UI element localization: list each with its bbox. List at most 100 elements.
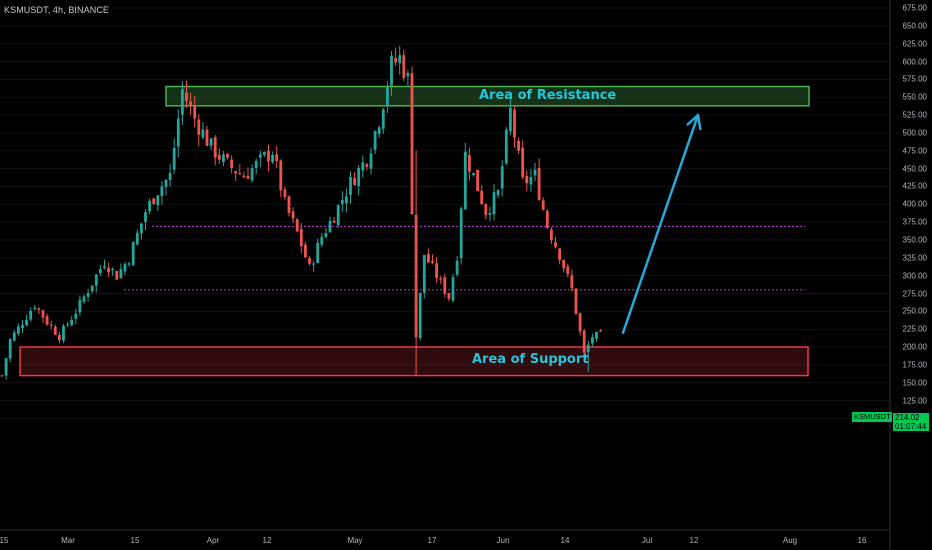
candle-body <box>217 154 221 160</box>
x-tick-label: 12 <box>689 536 699 545</box>
candle-body <box>17 326 20 334</box>
candle-body <box>492 192 496 215</box>
candle-body <box>4 358 8 376</box>
candle-body <box>29 310 33 320</box>
candle-body <box>410 73 414 215</box>
candle-body <box>468 155 471 172</box>
candle-body <box>8 339 12 359</box>
candle-body <box>459 208 463 259</box>
candle-body <box>119 269 123 279</box>
candle-body <box>287 196 291 213</box>
candle-body <box>537 168 541 200</box>
candle-body <box>562 259 566 269</box>
y-tick-label: 450.00 <box>902 164 927 174</box>
x-tick-label: Jul <box>641 536 653 545</box>
candle-body <box>529 177 533 185</box>
candle-body <box>279 160 283 191</box>
x-tick-label: Apr <box>206 536 220 545</box>
candle-body <box>267 150 270 162</box>
candle-body <box>123 263 127 272</box>
candle-body <box>328 220 332 233</box>
candle-body <box>316 242 320 264</box>
candle-body <box>164 180 168 187</box>
candle-body <box>49 324 53 326</box>
candle-body <box>176 118 180 147</box>
candle-body <box>386 87 389 107</box>
y-tick-label: 300.00 <box>902 271 927 281</box>
x-tick-label: May <box>347 536 363 545</box>
symbol-price-badge: KSMUSDT <box>852 412 892 422</box>
resistance-label: Area of Resistance <box>479 88 617 104</box>
trend-arrow[interactable] <box>621 113 702 335</box>
candle-body <box>201 129 205 138</box>
candle-body <box>349 176 352 195</box>
candle-body <box>431 260 434 263</box>
candle-body <box>586 344 590 352</box>
candle-body <box>517 140 520 151</box>
candle-body <box>246 175 250 179</box>
x-tick-label: 14 <box>560 536 570 545</box>
candle-body <box>115 271 119 280</box>
candle-body <box>504 129 508 164</box>
candle-body <box>365 164 369 167</box>
candle-body <box>283 189 287 197</box>
y-tick-label: 200.00 <box>902 342 927 352</box>
candle-body <box>320 236 324 245</box>
support-zone[interactable] <box>19 346 809 377</box>
candle-body <box>70 319 74 326</box>
y-tick-label: 275.00 <box>902 289 927 298</box>
candle-body <box>513 109 516 138</box>
candle-body <box>488 212 492 215</box>
candle-body <box>234 171 238 174</box>
candle-body <box>299 229 303 247</box>
candle-body <box>90 285 94 292</box>
candle-body <box>53 326 57 335</box>
candle-body <box>541 200 545 210</box>
x-tick-label: Jun <box>496 536 510 545</box>
arrow-shaft[interactable] <box>621 113 700 335</box>
candle-body <box>472 173 475 175</box>
candle-body <box>213 137 217 158</box>
y-tick-label: 525.00 <box>902 110 927 120</box>
candle-body <box>308 257 311 264</box>
candle-body <box>373 131 377 151</box>
current-price-tag: 214.02 <box>893 413 929 422</box>
candle-body <box>414 214 418 338</box>
candle-body <box>144 212 147 222</box>
candle-body <box>377 127 381 134</box>
candle-body <box>398 55 402 63</box>
countdown-tag: 01:07:44 <box>893 422 929 431</box>
candle-body <box>222 154 225 162</box>
x-tick-label: Aug <box>782 536 798 545</box>
candle-body <box>107 267 110 273</box>
candle-body <box>455 260 459 275</box>
price-chart[interactable] <box>0 0 932 550</box>
candle-body <box>94 274 98 286</box>
y-tick-label: 400.00 <box>902 199 927 209</box>
candle-body <box>74 313 78 319</box>
candle-body <box>521 147 525 178</box>
candle-body <box>193 106 197 119</box>
y-tick-label: 150.00 <box>902 378 927 388</box>
candle-body <box>558 248 561 260</box>
candle-body <box>148 200 151 212</box>
candle-body <box>591 337 594 344</box>
y-tick-label: 575.00 <box>902 74 927 84</box>
candle-body <box>58 335 61 341</box>
candle-body <box>496 190 500 196</box>
candle-body <box>263 152 266 155</box>
candle-body <box>62 326 65 341</box>
candle-body <box>533 169 537 176</box>
x-tick-label: 15 <box>0 536 9 545</box>
candle-body <box>25 319 28 326</box>
candle-body <box>12 332 16 341</box>
y-tick-label: 475.00 <box>902 146 927 156</box>
candle-body <box>291 211 295 219</box>
candle-body <box>172 147 176 170</box>
candle-body <box>168 172 172 181</box>
candle-body <box>271 155 274 163</box>
candle-body <box>439 278 443 280</box>
candle-body <box>127 263 131 265</box>
candle-body <box>500 166 504 189</box>
candle-body <box>550 229 553 241</box>
